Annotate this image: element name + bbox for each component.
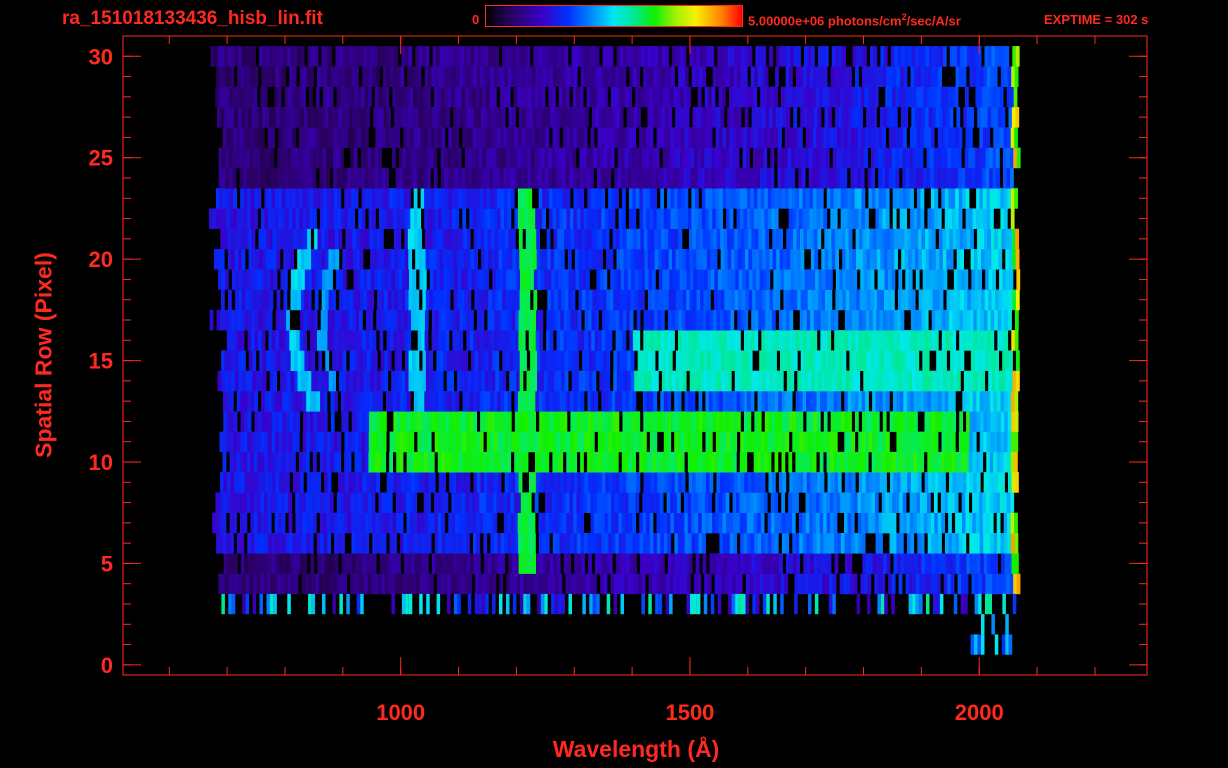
heatmap-image	[209, 46, 1021, 655]
x-tick-label: 1500	[665, 700, 714, 725]
x-axis-label: Wavelength (Å)	[552, 736, 720, 762]
y-axis-label: Spatial Row (Pixel)	[30, 252, 57, 458]
x-tick-label: 2000	[955, 700, 1004, 725]
y-tick-label: 0	[101, 653, 113, 678]
y-tick-label: 15	[89, 349, 113, 374]
spectrum-plot: 1000 1500 2000 0 5 10 15 20 25 30	[89, 35, 1148, 725]
x-tick-label: 1000	[376, 700, 425, 725]
y-tick-label: 30	[89, 44, 113, 69]
y-tick-label: 20	[89, 247, 113, 272]
y-tick-label: 25	[89, 146, 113, 171]
y-tick-label: 10	[89, 450, 113, 475]
y-tick-label: 5	[101, 551, 113, 576]
